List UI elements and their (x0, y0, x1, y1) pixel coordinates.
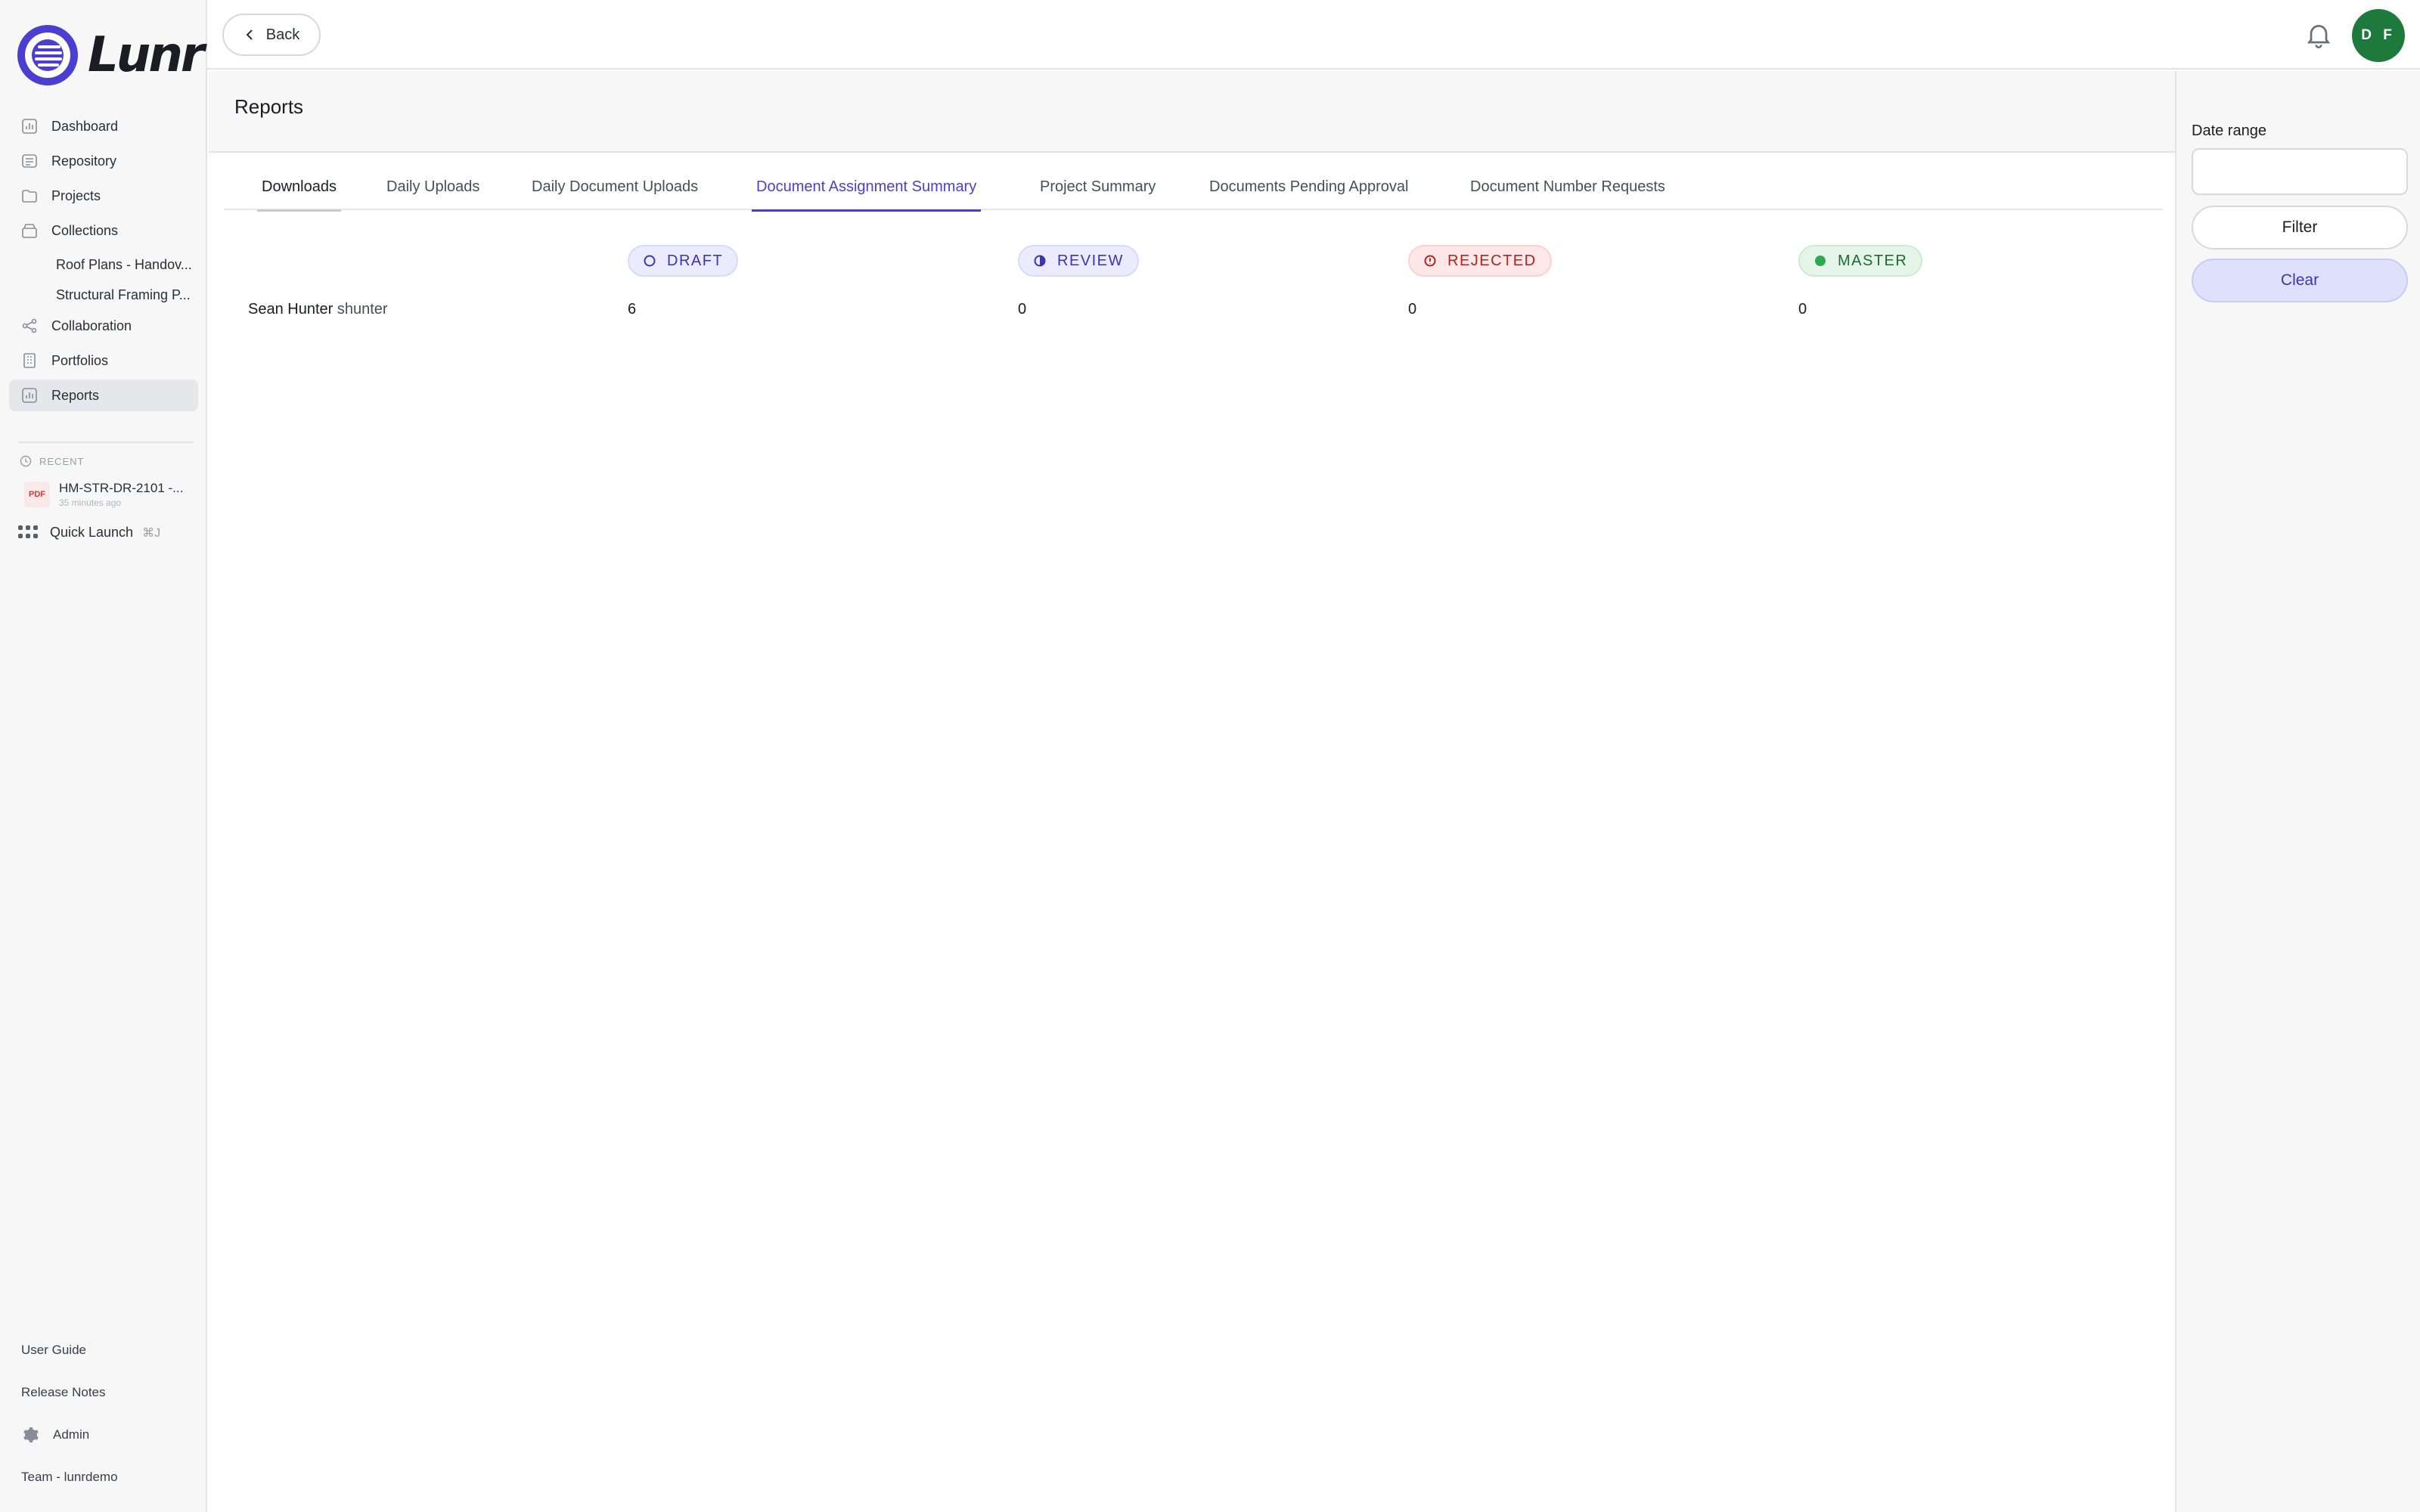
alert-circle-icon (1424, 255, 1436, 267)
release-notes-label: Release Notes (21, 1385, 106, 1399)
team-label: Team - lunrdemo (21, 1470, 118, 1484)
column-header-review: REVIEW (1018, 245, 1139, 277)
column-header-draft: DRAFT (628, 245, 739, 277)
admin-label: Admin (53, 1427, 90, 1442)
sidebar-item-label: Collections (51, 222, 119, 238)
avatar[interactable]: D F (2352, 9, 2405, 62)
report-icon (20, 386, 39, 405)
folder-icon (20, 186, 39, 206)
lunr-logo-icon (17, 25, 78, 85)
sidebar-item-label: Dashboard (51, 118, 119, 134)
quick-launch-shortcut: ⌘J (142, 526, 161, 540)
share-icon (20, 316, 39, 336)
column-header-label: REVIEW (1057, 252, 1124, 269)
tab-project-summary[interactable]: Project Summary (1040, 172, 1156, 210)
tab-daily-document-uploads[interactable]: Daily Document Uploads (532, 172, 698, 210)
sidebar-nav: Dashboard Repository Projects Collection… (9, 110, 198, 414)
column-header-master: MASTER (1798, 245, 1923, 277)
column-header-label: DRAFT (667, 252, 724, 269)
bell-icon[interactable] (2304, 20, 2334, 50)
date-range-input[interactable] (2192, 148, 2408, 195)
pdf-icon: PDF (24, 482, 50, 507)
table-cell-review-count: 0 (1018, 301, 1027, 318)
half-circle-icon (1034, 255, 1046, 267)
recent-item-time: 35 minutes ago (59, 497, 122, 508)
admin-link[interactable]: Admin (21, 1424, 118, 1445)
sidebar-item-label: Reports (51, 387, 100, 403)
repository-icon (20, 151, 39, 171)
sidebar-subitem-roof-plans[interactable]: Roof Plans - Handov... (9, 249, 198, 280)
table-cell-draft-count: 6 (628, 301, 637, 318)
release-notes-link[interactable]: Release Notes (21, 1382, 118, 1403)
sidebar-subitem-label: Structural Framing P... (56, 287, 191, 302)
user-guide-link[interactable]: User Guide (21, 1340, 118, 1361)
user-username: shunter (337, 301, 388, 318)
back-label: Back (265, 26, 300, 43)
tab-downloads[interactable]: Downloads (257, 172, 341, 212)
filter-button[interactable]: Filter (2192, 206, 2408, 249)
back-button[interactable]: Back (222, 14, 321, 56)
sidebar-subitem-label: Roof Plans - Handov... (56, 256, 192, 272)
logo-text: Lunr (88, 27, 204, 83)
sidebar-item-label: Projects (51, 187, 101, 203)
tab-daily-uploads[interactable]: Daily Uploads (386, 172, 479, 210)
recent-item-title: HM-STR-DR-2101 -... (59, 481, 184, 495)
table-cell-master-count: 0 (1798, 301, 1807, 318)
column-header-label: REJECTED (1447, 252, 1537, 269)
sidebar-item-reports[interactable]: Reports (9, 380, 198, 411)
sidebar-subitem-structural-framing[interactable]: Structural Framing P... (9, 280, 198, 310)
user-guide-label: User Guide (21, 1343, 86, 1357)
clear-button[interactable]: Clear (2192, 259, 2408, 302)
column-header-label: MASTER (1838, 252, 1908, 269)
tab-documents-pending-approval[interactable]: Documents Pending Approval (1209, 172, 1409, 210)
date-range-label: Date range (2192, 122, 2266, 139)
sidebar-divider (18, 442, 194, 443)
circle-outline-icon (644, 255, 656, 267)
sidebar-item-portfolios[interactable]: Portfolios (9, 345, 198, 376)
column-header-rejected: REJECTED (1408, 245, 1552, 277)
tab-document-number-requests[interactable]: Document Number Requests (1470, 172, 1665, 210)
sidebar-item-repository[interactable]: Repository (9, 145, 198, 177)
gear-icon (23, 1427, 39, 1442)
report-tabs: Downloads Daily Uploads Daily Document U… (224, 172, 2163, 212)
page-header: Reports (209, 71, 2175, 153)
top-bar: Back D F (207, 0, 2420, 70)
filter-panel: Date range Filter Clear (2175, 71, 2420, 1512)
sidebar-footer: User Guide Release Notes Admin Team - lu… (21, 1340, 118, 1509)
collection-icon (20, 221, 39, 240)
quick-launch-button[interactable]: Quick Launch ⌘J (18, 525, 160, 541)
sidebar-item-collections[interactable]: Collections (9, 215, 198, 246)
clock-icon (20, 455, 32, 467)
quick-launch-label: Quick Launch (50, 525, 134, 540)
app-logo[interactable]: Lunr (17, 24, 204, 86)
chevron-left-icon (246, 29, 253, 40)
sidebar-item-dashboard[interactable]: Dashboard (9, 110, 198, 142)
table-cell-rejected-count: 0 (1408, 301, 1417, 318)
recent-heading: RECENT (20, 455, 84, 467)
sidebar: Lunr Dashboard Repository Projects Colle… (0, 0, 207, 1512)
filled-circle-icon (1815, 256, 1826, 266)
table-row-user: Sean Hunter shunter (248, 301, 388, 324)
building-icon (20, 351, 39, 370)
user-full-name: Sean Hunter (248, 301, 334, 318)
grid-dots-icon (18, 525, 38, 541)
recent-heading-label: RECENT (39, 455, 85, 467)
sidebar-item-label: Collaboration (51, 318, 132, 333)
chart-icon (20, 116, 39, 136)
sidebar-item-collaboration[interactable]: Collaboration (9, 310, 198, 342)
tab-document-assignment-summary[interactable]: Document Assignment Summary (751, 172, 982, 212)
team-switcher[interactable]: Team - lunrdemo (21, 1467, 118, 1488)
sidebar-item-label: Portfolios (51, 352, 109, 368)
page-title: Reports (234, 95, 304, 118)
recent-item[interactable]: PDF HM-STR-DR-2101 -... 35 minutes ago (24, 481, 183, 508)
sidebar-item-projects[interactable]: Projects (9, 180, 198, 212)
sidebar-item-label: Repository (51, 153, 117, 169)
